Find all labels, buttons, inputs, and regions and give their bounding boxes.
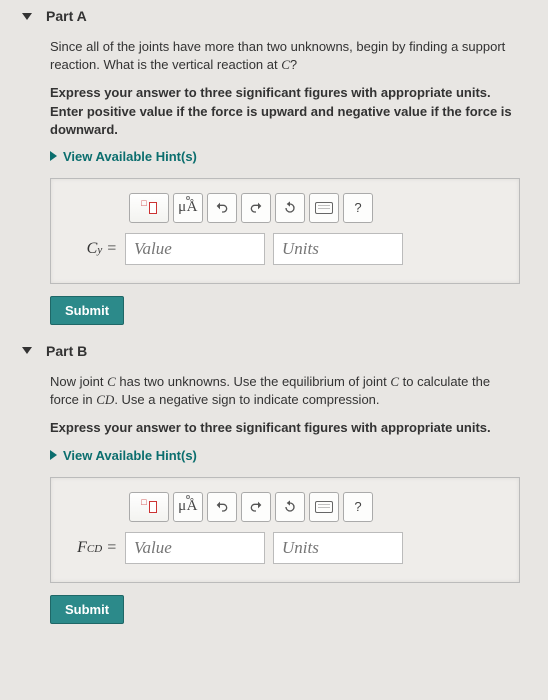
triangle-right-icon [50,151,57,161]
help-button[interactable]: ? [343,193,373,223]
variable-label-cy: Cy = [61,240,117,258]
reset-icon [282,499,298,515]
reset-icon [282,200,298,216]
var-cd: CD [96,392,114,407]
undo-icon [214,200,230,216]
mua-label: μÅ [178,498,198,515]
keyboard-icon [315,501,333,513]
help-label: ? [354,499,361,514]
part-b-title: Part B [46,343,87,359]
help-button[interactable]: ? [343,492,373,522]
units-input-a[interactable] [273,233,403,265]
toolbar-a: □ μÅ ? [129,193,509,223]
answer-box-a: □ μÅ ? [50,178,520,284]
help-label: ? [354,200,361,215]
part-b-section: Part B Now joint C has two unknowns. Use… [0,335,548,634]
prompt-text: . Use a negative sign to indicate compre… [114,392,379,407]
units-input-b[interactable] [273,532,403,564]
var-c: C [390,374,399,389]
part-a-prompt-2: Express your answer to three significant… [50,84,520,139]
part-a-header[interactable]: Part A [22,8,526,24]
ring-icon [186,495,190,499]
value-input-b[interactable] [125,532,265,564]
part-b-content: Now joint C has two unknowns. Use the eq… [22,373,526,624]
prompt-bold: Express your answer to three significant… [50,85,512,136]
redo-button[interactable] [241,193,271,223]
keyboard-button[interactable] [309,193,339,223]
part-a-content: Since all of the joints have more than t… [22,38,526,325]
redo-icon [248,499,264,515]
toolbar-b: □ μÅ ? [129,492,509,522]
template-icon: □ [141,202,156,214]
part-a-title: Part A [46,8,87,24]
redo-icon [248,200,264,216]
units-symbol-button[interactable]: μÅ [173,492,203,522]
view-hints-link[interactable]: View Available Hint(s) [50,149,520,164]
caret-down-icon [22,13,32,20]
keyboard-button[interactable] [309,492,339,522]
submit-button-a[interactable]: Submit [50,296,124,325]
prompt-text: has two unknowns. Use the equilibrium of… [116,374,391,389]
answer-box-b: □ μÅ ? [50,477,520,583]
caret-down-icon [22,347,32,354]
templates-button[interactable]: □ [129,492,169,522]
prompt-text: Since all of the joints have more than t… [50,39,505,72]
reset-button[interactable] [275,492,305,522]
template-icon: □ [141,501,156,513]
triangle-right-icon [50,450,57,460]
undo-button[interactable] [207,193,237,223]
submit-button-b[interactable]: Submit [50,595,124,624]
var-c: C [107,374,116,389]
units-symbol-button[interactable]: μÅ [173,193,203,223]
input-row-a: Cy = [61,233,509,265]
input-row-b: FCD = [61,532,509,564]
undo-icon [214,499,230,515]
value-input-a[interactable] [125,233,265,265]
part-b-prompt-2: Express your answer to three significant… [50,419,520,437]
hints-label: View Available Hint(s) [63,448,197,463]
undo-button[interactable] [207,492,237,522]
var-c: C [281,57,290,72]
mua-label: μÅ [178,199,198,216]
ring-icon [186,196,190,200]
redo-button[interactable] [241,492,271,522]
reset-button[interactable] [275,193,305,223]
variable-label-fcd: FCD = [61,539,117,557]
part-a-prompt-1: Since all of the joints have more than t… [50,38,520,74]
templates-button[interactable]: □ [129,193,169,223]
prompt-text: Now joint [50,374,107,389]
part-b-header[interactable]: Part B [22,343,526,359]
part-b-prompt-1: Now joint C has two unknowns. Use the eq… [50,373,520,409]
hints-label: View Available Hint(s) [63,149,197,164]
part-a-section: Part A Since all of the joints have more… [0,0,548,335]
keyboard-icon [315,202,333,214]
prompt-text: ? [290,57,297,72]
view-hints-link[interactable]: View Available Hint(s) [50,448,520,463]
prompt-bold: Express your answer to three significant… [50,420,491,435]
